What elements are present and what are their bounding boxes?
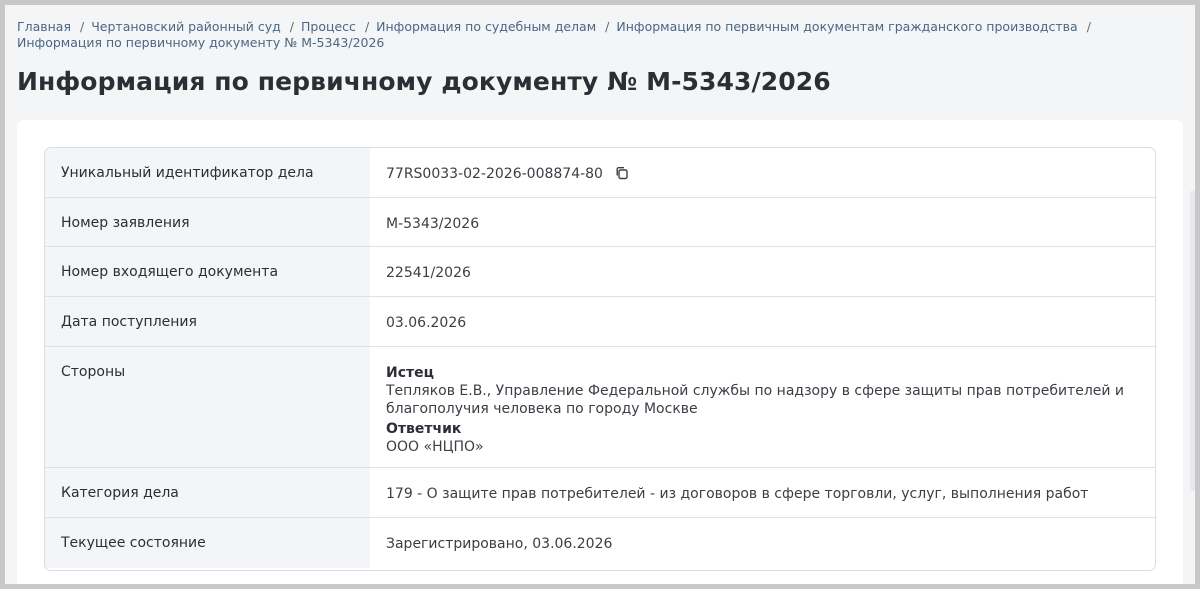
breadcrumb-separator: /	[364, 19, 370, 34]
breadcrumb-separator: /	[80, 19, 85, 34]
unique-id-value: 77RS0033-02-2026-008874-80	[386, 166, 603, 182]
unique-id-label: Уникальный идентификатор дела	[45, 148, 370, 197]
scrollbar[interactable]	[1190, 191, 1195, 491]
received-date-value: 03.06.2026	[386, 315, 467, 331]
breadcrumb-current: Информация по первичному документу № М-5…	[17, 35, 385, 50]
case-category-value: 179 - О защите прав потребителей - из до…	[386, 486, 1089, 502]
incoming-number-value: 22541/2026	[386, 265, 471, 281]
row-received-date: Дата поступления 03.06.2026	[45, 297, 1155, 347]
row-case-category: Категория дела 179 - О защите прав потре…	[45, 468, 1155, 518]
defendant-role: Ответчик	[386, 421, 462, 437]
copy-icon[interactable]	[615, 166, 629, 180]
application-number-value: М-5343/2026	[386, 216, 480, 232]
breadcrumb-separator: /	[289, 19, 294, 34]
breadcrumb-separator: /	[1086, 19, 1091, 34]
row-incoming-number: Номер входящего документа 22541/2026	[45, 247, 1155, 297]
row-parties: Стороны Истец Тепляков Е.В., Управление …	[45, 347, 1155, 468]
row-unique-id: Уникальный идентификатор дела 77RS0033-0…	[45, 148, 1155, 198]
defendant-name: ООО «НЦПО»	[386, 439, 484, 455]
breadcrumb-court[interactable]: Чертановский районный суд	[91, 19, 281, 34]
plaintiff-name: Тепляков Е.В., Управление Федеральной сл…	[386, 383, 1125, 417]
incoming-number-label: Номер входящего документа	[45, 247, 370, 296]
application-number-label: Номер заявления	[45, 198, 370, 246]
breadcrumb-court-cases[interactable]: Информация по судебным делам	[376, 19, 596, 34]
breadcrumb-home[interactable]: Главная	[17, 19, 71, 34]
document-card: Уникальный идентификатор дела 77RS0033-0…	[17, 120, 1183, 584]
page-viewport: Главная / Чертановский районный суд / Процес…	[5, 5, 1195, 584]
received-date-label: Дата поступления	[45, 297, 370, 346]
parties-value: Истец Тепляков Е.В., Управление Федераль…	[370, 347, 1155, 467]
row-application-number: Номер заявления М-5343/2026	[45, 198, 1155, 247]
case-category-label: Категория дела	[45, 468, 370, 517]
parties-label: Стороны	[45, 347, 370, 467]
current-status-label: Текущее состояние	[45, 518, 370, 568]
breadcrumb: Главная / Чертановский районный суд / Процес…	[17, 19, 1177, 51]
document-info-table: Уникальный идентификатор дела 77RS0033-0…	[44, 147, 1156, 571]
unique-id-cell: 77RS0033-02-2026-008874-80	[370, 148, 1155, 197]
page-title: Информация по первичному документу № М-5…	[17, 67, 831, 96]
plaintiff-role: Истец	[386, 365, 435, 381]
breadcrumb-process[interactable]: Процесс	[301, 19, 356, 34]
current-status-value: Зарегистрировано, 03.06.2026	[386, 536, 613, 552]
row-current-status: Текущее состояние Зарегистрировано, 03.0…	[45, 518, 1155, 568]
breadcrumb-primary-documents[interactable]: Информация по первичным документам гражд…	[616, 19, 1077, 34]
breadcrumb-separator: /	[605, 19, 610, 34]
